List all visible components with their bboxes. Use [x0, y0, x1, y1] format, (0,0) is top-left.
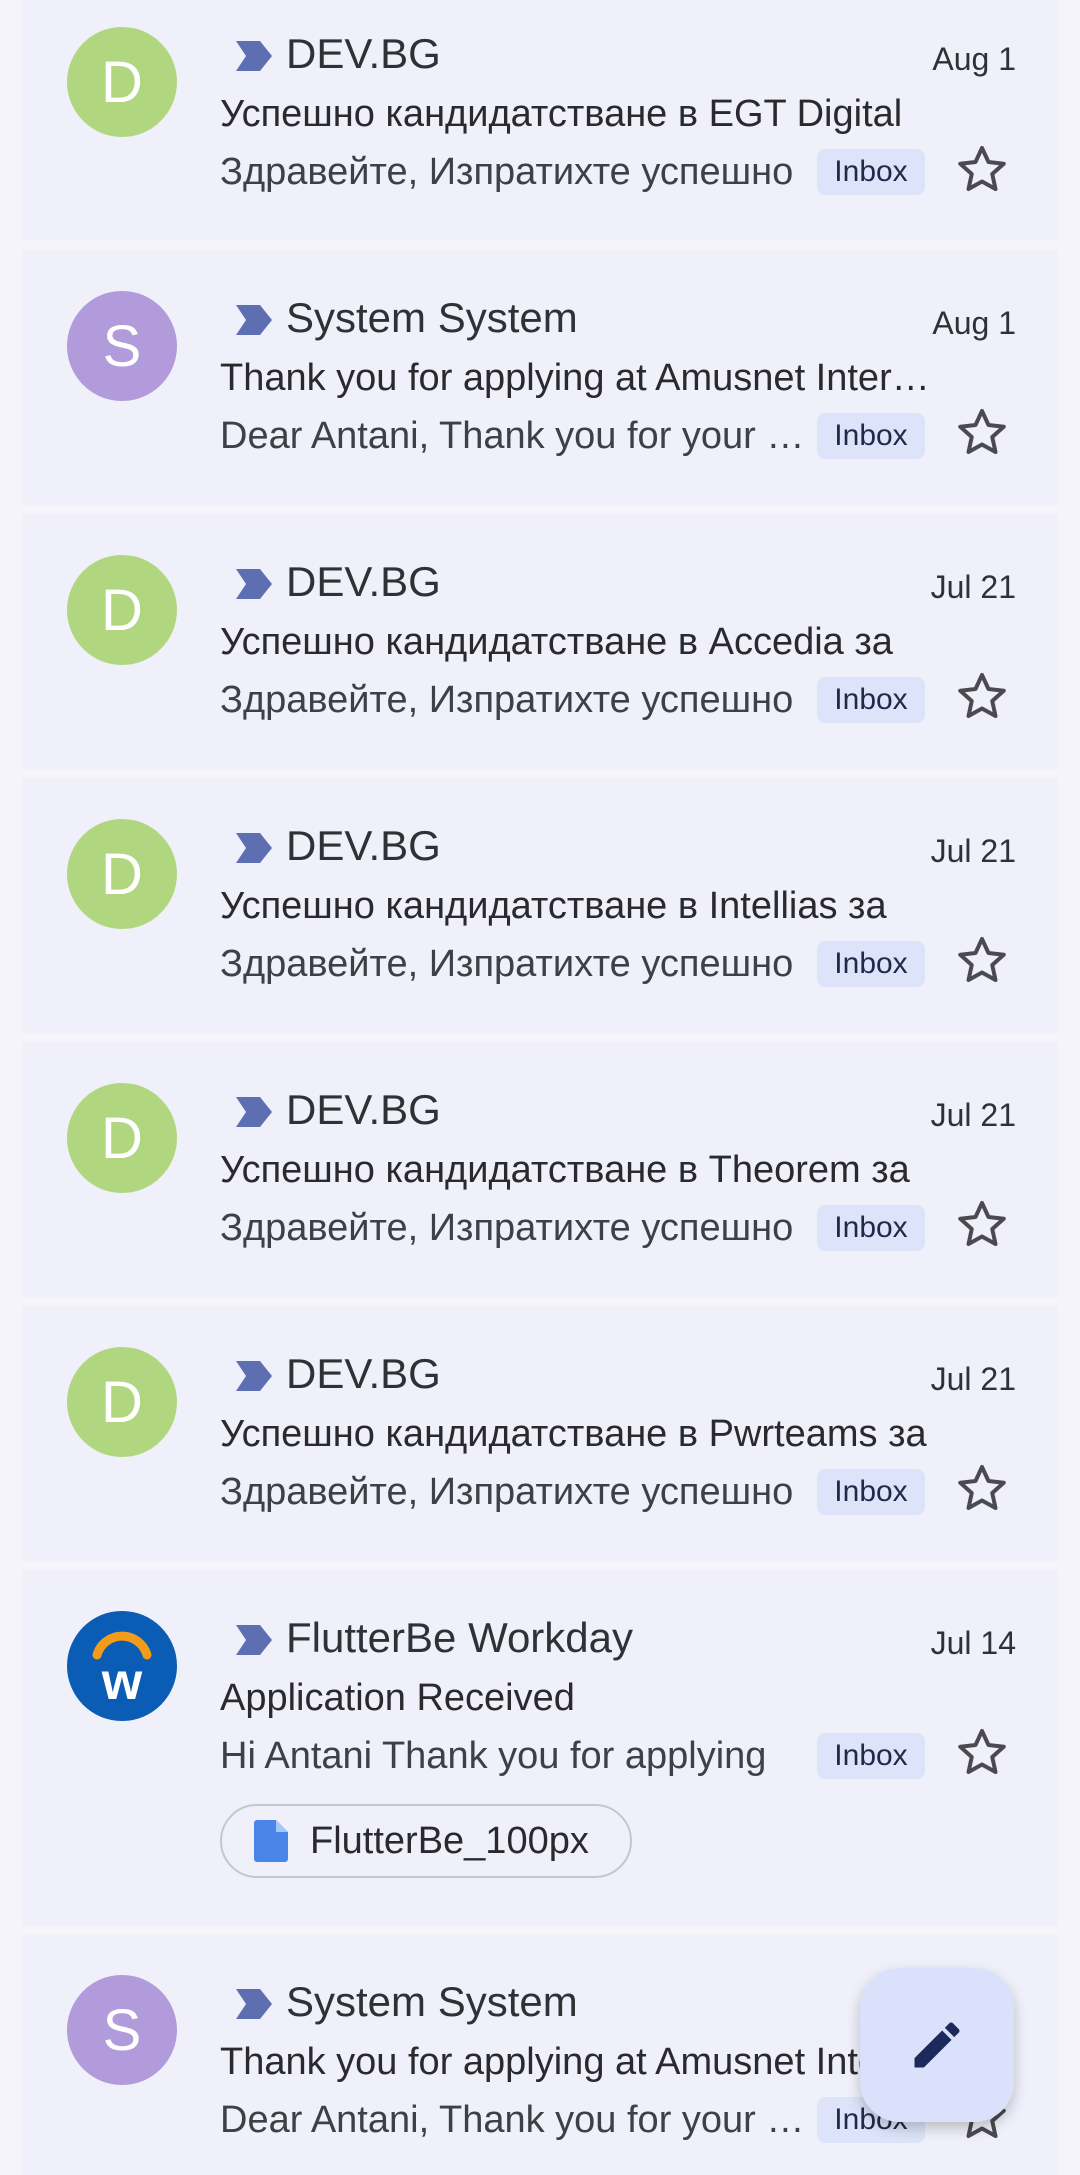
- email-snippet: Здравейте, Изпратихте успешно: [220, 679, 794, 721]
- email-snippet: Здравейте, Изпратихте успешно: [220, 1207, 794, 1249]
- importance-marker-shape: [236, 1989, 272, 2019]
- email-snippet: Dear Antani, Thank you for your applicat…: [220, 415, 820, 457]
- avatar-letter: D: [101, 1105, 143, 1171]
- inbox-label-badge: Inbox: [817, 677, 925, 723]
- sender-name: DEV.BG: [286, 1086, 441, 1133]
- importance-marker-shape: [236, 569, 272, 599]
- email-list-item[interactable]: D DEV.BG Jul 21 Успешно кандидатстване в Ac…: [22, 515, 1058, 769]
- avatar-letter: D: [101, 841, 143, 907]
- sender-name: DEV.BG: [286, 822, 441, 869]
- importance-marker-icon: [234, 1623, 274, 1657]
- email-list[interactable]: D DEV.BG Aug 1 Успешно кандидатстване в EGT…: [0, 0, 1080, 2175]
- inbox-label-badge: Inbox: [817, 1733, 925, 1779]
- sender-avatar[interactable]: w: [67, 1611, 177, 1721]
- email-list-item[interactable]: D DEV.BG Aug 1 Успешно кандидатстване в EGT…: [22, 0, 1058, 240]
- email-snippet: Hi Antani Thank you for applying: [220, 1735, 767, 1777]
- email-date: Aug 1: [932, 305, 1016, 341]
- sender-name: FlutterBe Workday: [286, 1614, 634, 1661]
- sender-avatar[interactable]: D: [67, 555, 177, 665]
- importance-marker-icon: [234, 1359, 274, 1393]
- email-subject: Thank you for applying at Amusnet Intera…: [220, 2041, 950, 2083]
- star-outline-icon[interactable]: [952, 667, 1012, 727]
- importance-marker-shape: [236, 1361, 272, 1391]
- sender-name: DEV.BG: [286, 558, 441, 605]
- email-list-item[interactable]: S System System Aug 1 Thank you for applyin…: [22, 251, 1058, 505]
- svg-text:w: w: [101, 1653, 143, 1711]
- importance-marker-shape: [236, 305, 272, 335]
- inbox-label-badge: Inbox: [817, 1469, 925, 1515]
- avatar-letter: S: [102, 1997, 142, 2063]
- star-outline-shape: [958, 1465, 1006, 1510]
- email-snippet: Dear Antani, Thank you for your applicat…: [220, 2099, 820, 2141]
- sender-avatar[interactable]: D: [67, 1083, 177, 1193]
- sender-avatar[interactable]: D: [67, 27, 177, 137]
- email-subject: Успешно кандидатстване в Intellias за: [220, 885, 887, 927]
- importance-marker-shape: [236, 41, 272, 71]
- sender-avatar[interactable]: S: [67, 291, 177, 401]
- importance-marker-icon: [234, 567, 274, 601]
- email-date: Jul 21: [930, 569, 1016, 605]
- star-outline-icon[interactable]: [952, 403, 1012, 463]
- email-date: Jul 14: [930, 1625, 1016, 1661]
- sender-name: System System: [286, 1978, 578, 2025]
- star-outline-icon[interactable]: [952, 1723, 1012, 1783]
- star-outline-shape: [958, 937, 1006, 982]
- avatar-letter: S: [102, 313, 142, 379]
- avatar-letter: D: [101, 1369, 143, 1435]
- avatar-letter: D: [101, 49, 143, 115]
- importance-marker-icon: [234, 831, 274, 865]
- email-subject: Успешно кандидатстване в Pwrteams за: [220, 1413, 927, 1455]
- star-outline-shape: [958, 1729, 1006, 1774]
- pencil-icon: [914, 2022, 960, 2068]
- email-list-item[interactable]: D DEV.BG Jul 21 Успешно кандидатстване в Th…: [22, 1043, 1058, 1297]
- sender-name: System System: [286, 294, 578, 341]
- sender-avatar[interactable]: S: [67, 1975, 177, 2085]
- attachment-name: FlutterBe_100px: [310, 1819, 589, 1862]
- email-list-item[interactable]: D DEV.BG Jul 21 Успешно кандидатстване в Pw…: [22, 1307, 1058, 1561]
- importance-marker-shape: [236, 1625, 272, 1655]
- email-snippet: Здравейте, Изпратихте успешно: [220, 943, 794, 985]
- star-outline-shape: [958, 1201, 1006, 1246]
- compose-button[interactable]: [860, 1968, 1014, 2122]
- email-date: Jul 21: [930, 1097, 1016, 1133]
- document-file-icon: [254, 1820, 288, 1862]
- inbox-label-badge: Inbox: [817, 413, 925, 459]
- email-subject: Успешно кандидатстване в Theorem за: [220, 1149, 910, 1191]
- sender-avatar[interactable]: D: [67, 1347, 177, 1457]
- importance-marker-shape: [236, 833, 272, 863]
- star-outline-icon[interactable]: [952, 1195, 1012, 1255]
- importance-marker-icon: [234, 1987, 274, 2021]
- email-snippet: Здравейте, Изпратихте успешно: [220, 151, 794, 193]
- star-outline-icon[interactable]: [952, 931, 1012, 991]
- email-subject: Успешно кандидатстване в EGT Digital: [220, 93, 903, 135]
- importance-marker-icon: [234, 1095, 274, 1129]
- star-outline-icon[interactable]: [952, 1459, 1012, 1519]
- email-date: Aug 1: [932, 41, 1016, 77]
- inbox-label-badge: Inbox: [817, 149, 925, 195]
- inbox-label-badge: Inbox: [817, 1205, 925, 1251]
- sender-name: DEV.BG: [286, 30, 441, 77]
- email-list-item[interactable]: w FlutterBe Workday Jul 14 Application Rece…: [22, 1571, 1058, 1925]
- avatar-letter: D: [101, 577, 143, 643]
- email-date: Jul 21: [930, 833, 1016, 869]
- workday-logo-icon: w: [92, 1631, 152, 1711]
- importance-marker-icon: [234, 39, 274, 73]
- sender-name: DEV.BG: [286, 1350, 441, 1397]
- email-subject: Thank you for applying at Amusnet Intera…: [220, 357, 950, 399]
- attachment-chip[interactable]: FlutterBe_100px: [220, 1804, 632, 1878]
- sender-avatar[interactable]: D: [67, 819, 177, 929]
- star-outline-shape: [958, 409, 1006, 454]
- importance-marker-shape: [236, 1097, 272, 1127]
- star-outline-icon[interactable]: [952, 140, 1012, 200]
- importance-marker-icon: [234, 303, 274, 337]
- email-subject: Application Received: [220, 1677, 575, 1719]
- inbox-label-badge: Inbox: [817, 941, 925, 987]
- email-list-item[interactable]: D DEV.BG Jul 21 Успешно кандидатстване в In…: [22, 779, 1058, 1033]
- star-outline-shape: [958, 673, 1006, 718]
- star-outline-shape: [958, 146, 1006, 191]
- email-subject: Успешно кандидатстване в Accedia за: [220, 621, 893, 663]
- email-date: Jul 21: [930, 1361, 1016, 1397]
- email-snippet: Здравейте, Изпратихте успешно: [220, 1471, 794, 1513]
